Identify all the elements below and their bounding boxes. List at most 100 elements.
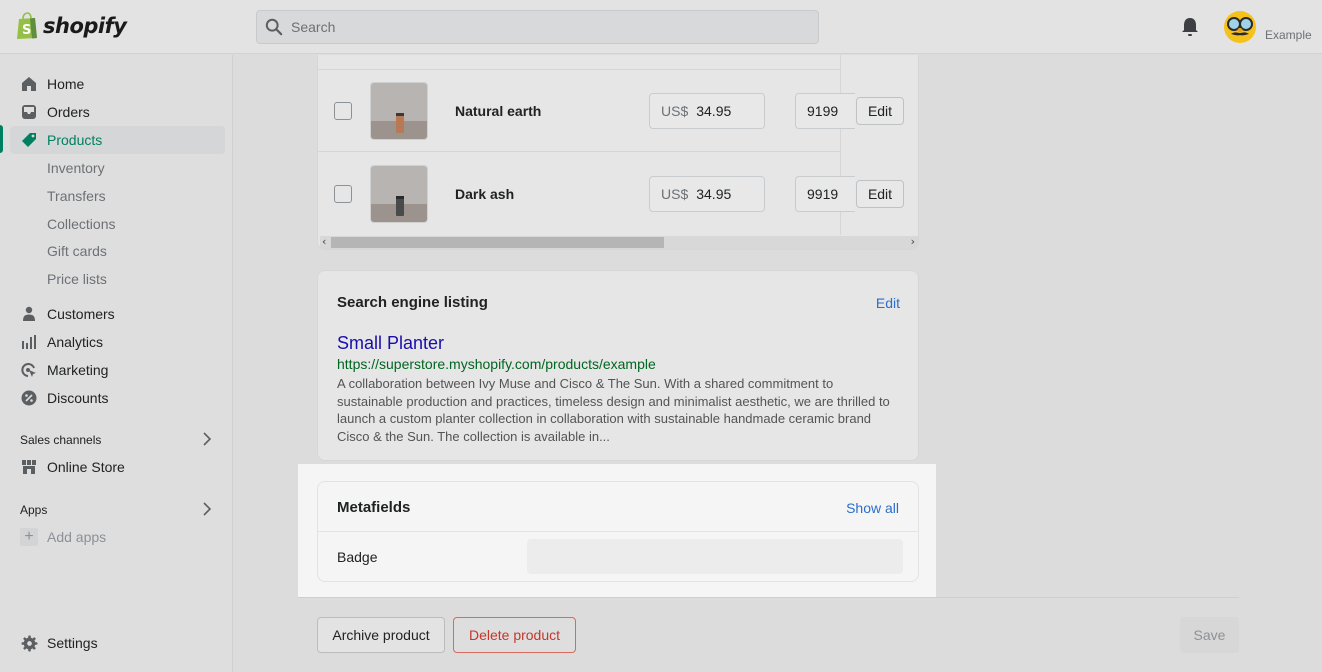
- home-icon: [20, 75, 38, 93]
- bell-icon: [1182, 18, 1198, 36]
- show-all-link[interactable]: Show all: [846, 500, 899, 516]
- variants-header-row: [318, 55, 840, 70]
- top-bar: S shopify Example: [0, 0, 1322, 54]
- seo-description: A collaboration between Ivy Muse and Cis…: [337, 376, 890, 444]
- sidebar-item-label: Home: [47, 76, 85, 92]
- chevron-right-icon: [203, 502, 212, 516]
- seo-edit-link[interactable]: Edit: [876, 295, 900, 311]
- variant-price-field[interactable]: US$ 34.95: [649, 176, 765, 212]
- search-icon: [265, 18, 283, 36]
- sidebar-item-customers[interactable]: Customers: [10, 300, 225, 328]
- metafields-card: Metafields Show all Badge: [317, 481, 919, 582]
- divider: [318, 531, 918, 532]
- sidebar-item-label: Orders: [47, 104, 90, 120]
- add-apps-button[interactable]: + Add apps: [20, 528, 106, 546]
- gear-icon: [20, 634, 38, 652]
- inbox-icon: [20, 103, 38, 121]
- metafields-highlight: Metafields Show all Badge: [298, 464, 936, 597]
- variant-quantity-field[interactable]: 9199: [795, 93, 855, 129]
- delete-product-button[interactable]: Delete product: [453, 617, 576, 653]
- planter-natural-earth-image: [371, 83, 427, 139]
- variant-name: Natural earth: [455, 103, 542, 119]
- card-title: Search engine listing: [337, 294, 488, 311]
- avatar[interactable]: [1223, 10, 1257, 44]
- sales-channels-heading: Sales channels: [20, 433, 102, 447]
- variants-card: Natural earth US$ 34.95 9199 Edit Dark a…: [317, 55, 919, 250]
- shopify-logo[interactable]: S shopify: [15, 12, 127, 40]
- store-icon: [20, 458, 38, 476]
- variant-image[interactable]: [370, 82, 428, 140]
- tag-icon: [20, 131, 38, 149]
- metafield-label: Badge: [337, 549, 378, 565]
- main-content: Natural earth US$ 34.95 9199 Edit Dark a…: [234, 55, 1322, 672]
- search-input[interactable]: [291, 19, 791, 35]
- sidebar-subitem-transfers[interactable]: Transfers: [47, 188, 106, 204]
- sidebar-item-analytics[interactable]: Analytics: [10, 328, 225, 356]
- scrollbar-thumb[interactable]: [331, 237, 664, 248]
- planter-dark-ash-image: [371, 166, 427, 222]
- variant-quantity-field[interactable]: 9919: [795, 176, 855, 212]
- variant-row: Dark ash US$ 34.95 9919 Edit: [318, 153, 904, 235]
- svg-text:S: S: [22, 23, 31, 38]
- badge-metafield-input[interactable]: [527, 539, 903, 574]
- notifications-button[interactable]: [1180, 16, 1200, 43]
- sidebar-item-label: Products: [47, 132, 103, 148]
- horizontal-scrollbar[interactable]: ‹ ›: [320, 235, 918, 249]
- brand-name: shopify: [43, 14, 127, 38]
- sidebar-subitem-collections[interactable]: Collections: [47, 216, 115, 232]
- currency-prefix: US$: [661, 186, 689, 202]
- sidebar-item-discounts[interactable]: Discounts: [10, 384, 225, 412]
- sales-channels-expand-button[interactable]: [202, 432, 212, 451]
- store-name: Example: [1265, 28, 1312, 42]
- disguise-face-icon: [1224, 11, 1256, 43]
- sidebar-item-label: Customers: [47, 306, 115, 322]
- sidebar-item-label: Marketing: [47, 362, 109, 378]
- sidebar-item-label: Analytics: [47, 334, 104, 350]
- variant-edit-button[interactable]: Edit: [856, 180, 904, 208]
- plus-icon: +: [20, 528, 38, 546]
- scroll-left-icon[interactable]: ‹: [322, 235, 326, 248]
- sidebar-item-orders[interactable]: Orders: [10, 98, 225, 126]
- divider: [298, 597, 1239, 598]
- seo-page-title: Small Planter: [337, 333, 445, 353]
- sidebar-item-label: Settings: [47, 635, 98, 651]
- sidebar-subitem-gift-cards[interactable]: Gift cards: [47, 243, 107, 259]
- sidebar-item-online-store[interactable]: Online Store: [10, 453, 225, 481]
- chevron-right-icon: [203, 432, 212, 446]
- archive-product-button[interactable]: Archive product: [317, 617, 445, 653]
- sidebar-subitem-inventory[interactable]: Inventory: [47, 160, 105, 176]
- seo-url: https://superstore.myshopify.com/product…: [337, 356, 656, 372]
- apps-expand-button[interactable]: [202, 502, 212, 521]
- shopify-bag-icon: S: [17, 12, 37, 39]
- currency-prefix: US$: [661, 103, 689, 119]
- price-value: 34.95: [696, 186, 732, 202]
- sidebar-item-home[interactable]: Home: [10, 70, 225, 98]
- variant-row: Natural earth US$ 34.95 9199 Edit: [318, 70, 904, 152]
- discount-icon: [20, 389, 38, 407]
- person-icon: [20, 305, 38, 323]
- sidebar-item-products[interactable]: Products: [10, 126, 225, 154]
- variant-image[interactable]: [370, 165, 428, 223]
- price-value: 34.95: [696, 103, 732, 119]
- variant-checkbox[interactable]: [334, 102, 352, 120]
- card-title: Metafields: [337, 499, 411, 516]
- apps-heading: Apps: [20, 503, 48, 517]
- search-bar[interactable]: [256, 10, 819, 44]
- sidebar: Home Orders Products Inventory Transfers…: [0, 55, 233, 672]
- scroll-right-icon[interactable]: ›: [911, 235, 915, 248]
- active-indicator: [0, 125, 3, 153]
- sidebar-item-label: Discounts: [47, 390, 109, 406]
- sidebar-subitem-price-lists[interactable]: Price lists: [47, 271, 107, 287]
- variant-edit-button[interactable]: Edit: [856, 97, 904, 125]
- sidebar-item-label: Online Store: [47, 459, 125, 475]
- bar-chart-icon: [20, 333, 38, 351]
- add-apps-label: Add apps: [47, 529, 107, 545]
- search-engine-listing-card: Search engine listing Edit Small Planter…: [317, 270, 919, 461]
- sidebar-item-marketing[interactable]: Marketing: [10, 356, 225, 384]
- sidebar-item-settings[interactable]: Settings: [10, 629, 225, 657]
- variant-price-field[interactable]: US$ 34.95: [649, 93, 765, 129]
- variant-checkbox[interactable]: [334, 185, 352, 203]
- variant-name: Dark ash: [455, 186, 515, 202]
- target-icon: [20, 361, 38, 379]
- save-button[interactable]: Save: [1180, 617, 1239, 653]
